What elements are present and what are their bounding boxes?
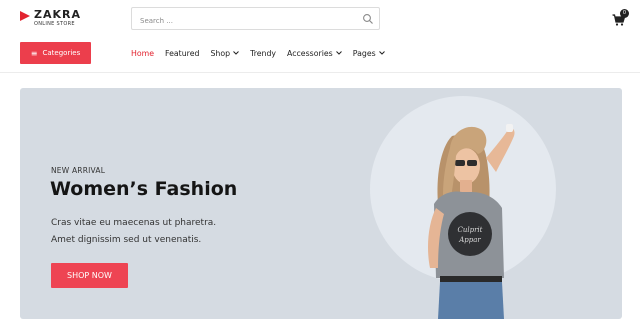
chevron-down-icon: [378, 51, 385, 55]
main-nav: Home Featured Shop Trendy Accessories Pa…: [131, 46, 396, 60]
cart-count-badge: 0: [620, 9, 629, 18]
svg-text:Culprit: Culprit: [458, 226, 483, 234]
hero-description-line: Cras vitae eu maecenas ut pharetra.: [51, 218, 217, 228]
chevron-down-icon: [335, 51, 342, 55]
brand-name: ZAKRA: [34, 8, 81, 21]
svg-text:Appar: Appar: [458, 236, 481, 244]
nav-label: Pages: [352, 48, 376, 58]
nav-label: Home: [131, 48, 155, 58]
nav-item-shop[interactable]: Shop: [210, 49, 239, 58]
site-header: ZAKRA ONLINE STORE 0 ≡ Categories Home F…: [0, 0, 640, 72]
hero-description-line: Amet dignissim sed ut venenatis.: [51, 235, 202, 245]
play-logo-icon: [20, 11, 30, 21]
site-logo[interactable]: ZAKRA ONLINE STORE: [20, 9, 81, 27]
nav-item-pages[interactable]: Pages: [353, 49, 385, 58]
nav-label: Trendy: [250, 48, 277, 58]
hero-eyebrow: NEW ARRIVAL: [51, 166, 106, 175]
menu-icon: ≡: [30, 48, 38, 58]
hero-banner: NEW ARRIVAL Women’s Fashion Cras vitae e…: [20, 88, 622, 319]
nav-label: Featured: [165, 48, 200, 58]
categories-label: Categories: [42, 49, 81, 57]
nav-label: Shop: [210, 48, 231, 58]
search-icon[interactable]: [362, 13, 374, 25]
shop-now-button[interactable]: SHOP NOW: [51, 263, 128, 288]
nav-item-featured[interactable]: Featured: [165, 49, 199, 58]
nav-item-accessories[interactable]: Accessories: [287, 49, 342, 58]
cart-button[interactable]: 0: [612, 9, 630, 26]
hero-title: Women’s Fashion: [50, 178, 238, 200]
chevron-down-icon: [233, 51, 239, 55]
search-box: [131, 7, 380, 32]
nav-item-trendy[interactable]: Trendy: [250, 49, 276, 58]
nav-item-home[interactable]: Home: [131, 49, 154, 58]
logo-text: ZAKRA ONLINE STORE: [34, 9, 81, 27]
brand-tagline: ONLINE STORE: [34, 21, 75, 27]
hero-description: Cras vitae eu maecenas ut pharetra. Amet…: [51, 215, 271, 249]
search-input[interactable]: [132, 10, 352, 32]
hero-model-image: Culprit Appar: [428, 124, 515, 319]
categories-button[interactable]: ≡ Categories: [20, 42, 91, 64]
nav-label: Accessories: [287, 48, 333, 58]
